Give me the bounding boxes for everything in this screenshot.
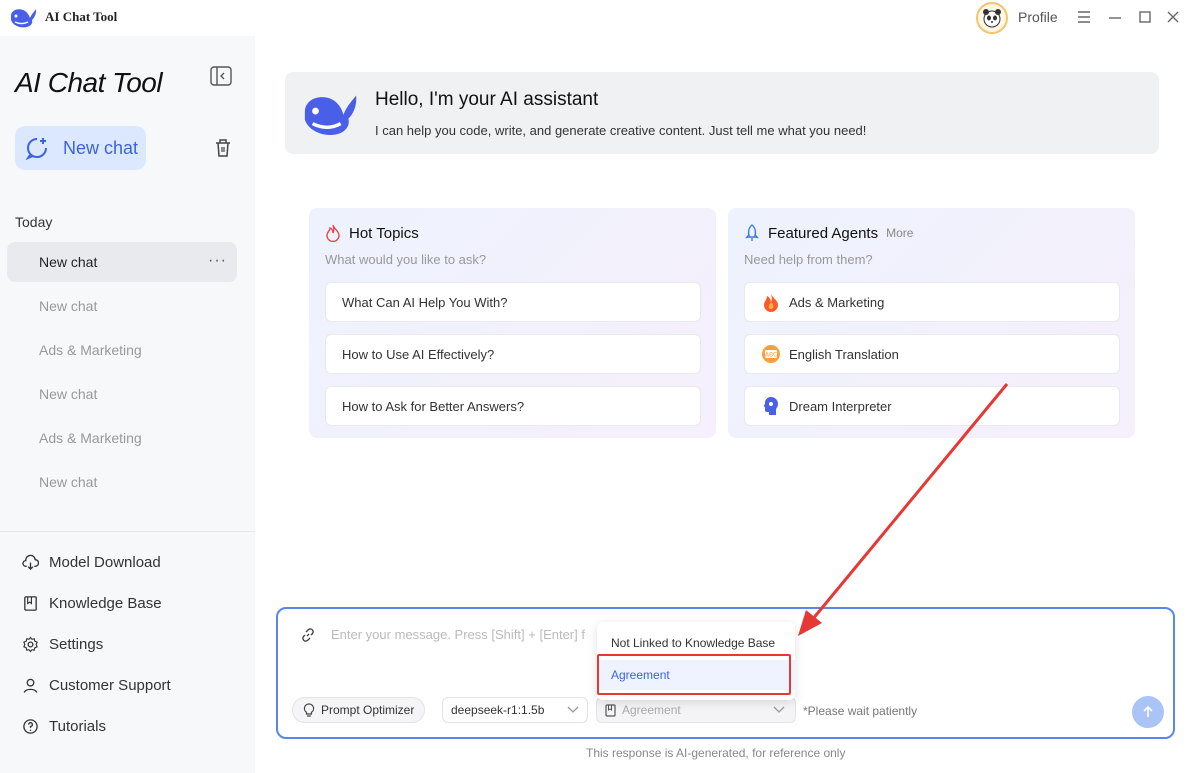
gear-icon: [23, 635, 38, 653]
welcome-subtitle: I can help you code, write, and generate…: [375, 123, 867, 138]
menu-label: Knowledge Base: [49, 594, 162, 612]
sidebar-title: AI Chat Tool: [15, 67, 163, 98]
more-link[interactable]: More: [886, 226, 913, 240]
panda-avatar-icon: [983, 9, 1001, 28]
welcome-title: Hello, I'm your AI assistant: [375, 89, 599, 110]
featured-agents-header: Featured Agents More: [744, 224, 913, 242]
close-icon[interactable]: [1164, 8, 1182, 26]
trash-icon[interactable]: [214, 138, 232, 158]
profile-avatar[interactable]: [976, 2, 1008, 34]
topic-item[interactable]: How to Use AI Effectively?: [325, 334, 701, 374]
agent-item-dream-interpreter[interactable]: Dream Interpreter: [744, 386, 1120, 426]
chat-item-2[interactable]: New chat: [7, 286, 237, 326]
sidebar: AI Chat Tool New chat Today New chat ···…: [0, 36, 255, 773]
user-icon: [23, 678, 38, 693]
translate-icon: ABC: [761, 344, 781, 364]
agent-item-ads-marketing[interactable]: Ads & Marketing: [744, 282, 1120, 322]
model-select[interactable]: deepseek-r1:1.5b: [442, 697, 588, 723]
chat-item-label: New chat: [39, 254, 98, 270]
topic-label: How to Ask for Better Answers?: [342, 398, 525, 414]
topic-item[interactable]: What Can AI Help You With?: [325, 282, 701, 322]
hot-topics-header: Hot Topics: [325, 224, 419, 242]
menu-settings[interactable]: Settings: [22, 632, 103, 656]
annotation-highlight-box: [597, 654, 791, 695]
lightbulb-icon: [303, 703, 315, 717]
send-button[interactable]: [1132, 696, 1164, 728]
book-icon: [605, 703, 616, 717]
menu-label: Tutorials: [49, 717, 106, 735]
ai-disclaimer: This response is AI-generated, for refer…: [586, 746, 846, 760]
new-chat-label: New chat: [63, 137, 139, 158]
menu-tutorials[interactable]: Tutorials: [22, 714, 106, 738]
agent-label: English Translation: [789, 346, 899, 362]
chat-item-3[interactable]: Ads & Marketing: [7, 330, 237, 370]
title-bar: AI Chat Tool Profile: [0, 0, 1191, 36]
minimize-icon[interactable]: [1106, 8, 1124, 26]
new-chat-icon: [25, 138, 47, 160]
chevron-down-icon: [773, 706, 785, 713]
chat-item-label: New chat: [39, 298, 98, 314]
featured-agents-title: Featured Agents: [768, 224, 879, 242]
chat-item-4[interactable]: New chat: [7, 374, 237, 414]
svg-text:ABC: ABC: [765, 352, 777, 359]
prompt-optimizer-button[interactable]: Prompt Optimizer: [292, 697, 426, 723]
chevron-down-icon: [567, 706, 579, 713]
topic-label: What Can AI Help You With?: [342, 294, 508, 310]
maximize-icon[interactable]: [1136, 8, 1154, 26]
menu-label: Settings: [49, 635, 104, 653]
chat-group-label: Today: [15, 214, 53, 230]
hot-topics-title: Hot Topics: [349, 224, 419, 242]
prompt-optimizer-label: Prompt Optimizer: [321, 703, 415, 717]
menu-label: Customer Support: [49, 676, 171, 694]
agent-label: Dream Interpreter: [789, 398, 892, 414]
menu-model-download[interactable]: Model Download: [22, 550, 161, 574]
link-icon[interactable]: [300, 627, 316, 643]
model-select-value: deepseek-r1:1.5b: [451, 703, 545, 717]
new-chat-button[interactable]: New chat: [15, 126, 146, 170]
profile-label[interactable]: Profile: [1018, 9, 1058, 25]
chat-item-label: Ads & Marketing: [39, 342, 142, 358]
menu-icon[interactable]: [1075, 8, 1093, 26]
featured-agents-panel: Featured Agents More Need help from them…: [728, 208, 1135, 438]
topic-item[interactable]: How to Ask for Better Answers?: [325, 386, 701, 426]
wait-status-text: *Please wait patiently: [803, 704, 918, 718]
menu-knowledge-base[interactable]: Knowledge Base: [22, 591, 162, 615]
chat-item-label: New chat: [39, 474, 98, 490]
menu-customer-support[interactable]: Customer Support: [22, 673, 171, 697]
help-circle-icon: [23, 718, 38, 734]
agent-label: Ads & Marketing: [789, 294, 885, 310]
arrow-up-icon: [1143, 705, 1153, 717]
chat-item-6[interactable]: New chat: [7, 462, 237, 502]
menu-label: Model Download: [49, 553, 161, 571]
app-name: AI Chat Tool: [45, 9, 118, 24]
hot-topics-panel: Hot Topics What would you like to ask? W…: [309, 208, 716, 438]
whale-logo-icon: [304, 95, 357, 136]
chat-item-5[interactable]: Ads & Marketing: [7, 418, 237, 458]
more-options-icon[interactable]: ···: [208, 252, 227, 270]
hot-topics-subtitle: What would you like to ask?: [325, 252, 487, 267]
head-icon: [761, 396, 781, 416]
collapse-sidebar-icon[interactable]: [210, 66, 232, 86]
welcome-card: Hello, I'm your AI assistant I can help …: [285, 72, 1159, 154]
rocket-icon: [744, 224, 760, 241]
knowledge-base-select-value: Agreement: [622, 703, 681, 717]
chat-item-1[interactable]: New chat ···: [7, 242, 237, 282]
agent-item-english-translation[interactable]: ABC English Translation: [744, 334, 1120, 374]
book-icon: [24, 595, 37, 611]
chat-item-label: Ads & Marketing: [39, 430, 142, 446]
chat-item-label: New chat: [39, 386, 98, 402]
sidebar-divider: [0, 531, 255, 532]
dropdown-option-label: Not Linked to Knowledge Base: [611, 636, 776, 650]
whale-logo-icon: [11, 9, 37, 28]
knowledge-base-select[interactable]: Agreement: [596, 697, 796, 723]
cloud-download-icon: [22, 554, 39, 570]
flame-icon: [761, 292, 781, 312]
topic-label: How to Use AI Effectively?: [342, 346, 495, 362]
featured-agents-subtitle: Need help from them?: [744, 252, 873, 267]
flame-icon: [326, 224, 340, 242]
